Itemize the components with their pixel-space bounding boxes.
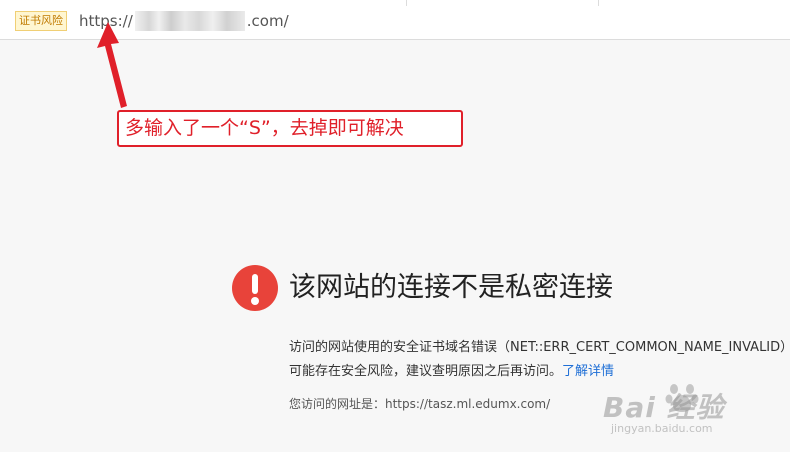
exclamation-icon [232,265,278,311]
url-redacted-blur [134,11,245,31]
exclamation-bar [252,274,258,294]
address-bar-divider [406,0,407,6]
watermark-site: jingyan.baidu.com [611,422,713,435]
watermark-brand: Bai 经验 [603,391,725,424]
baidu-jingyan-watermark: Bai 经验 jingyan.baidu.com [603,372,783,442]
error-description-line2-text: 可能存在安全风险，建议查明原因之后再访问。 [289,364,563,379]
cert-risk-badge[interactable]: 证书风险 [15,11,67,31]
annotation-callout: 多输入了一个“S”，去掉即可解决 [117,110,463,147]
url-suffix: .com/ [246,12,289,30]
visited-url-text: 您访问的网址是：https://tasz.ml.edumx.com/ [289,397,551,411]
error-description-line1: 访问的网站使用的安全证书域名错误（NET::ERR_CERT_COMMON_NA… [289,340,790,355]
address-bar-divider [598,0,599,6]
page-title: 该网站的连接不是私密连接 [289,272,613,303]
annotation-arrow [97,22,127,108]
exclamation-dot [251,297,259,305]
